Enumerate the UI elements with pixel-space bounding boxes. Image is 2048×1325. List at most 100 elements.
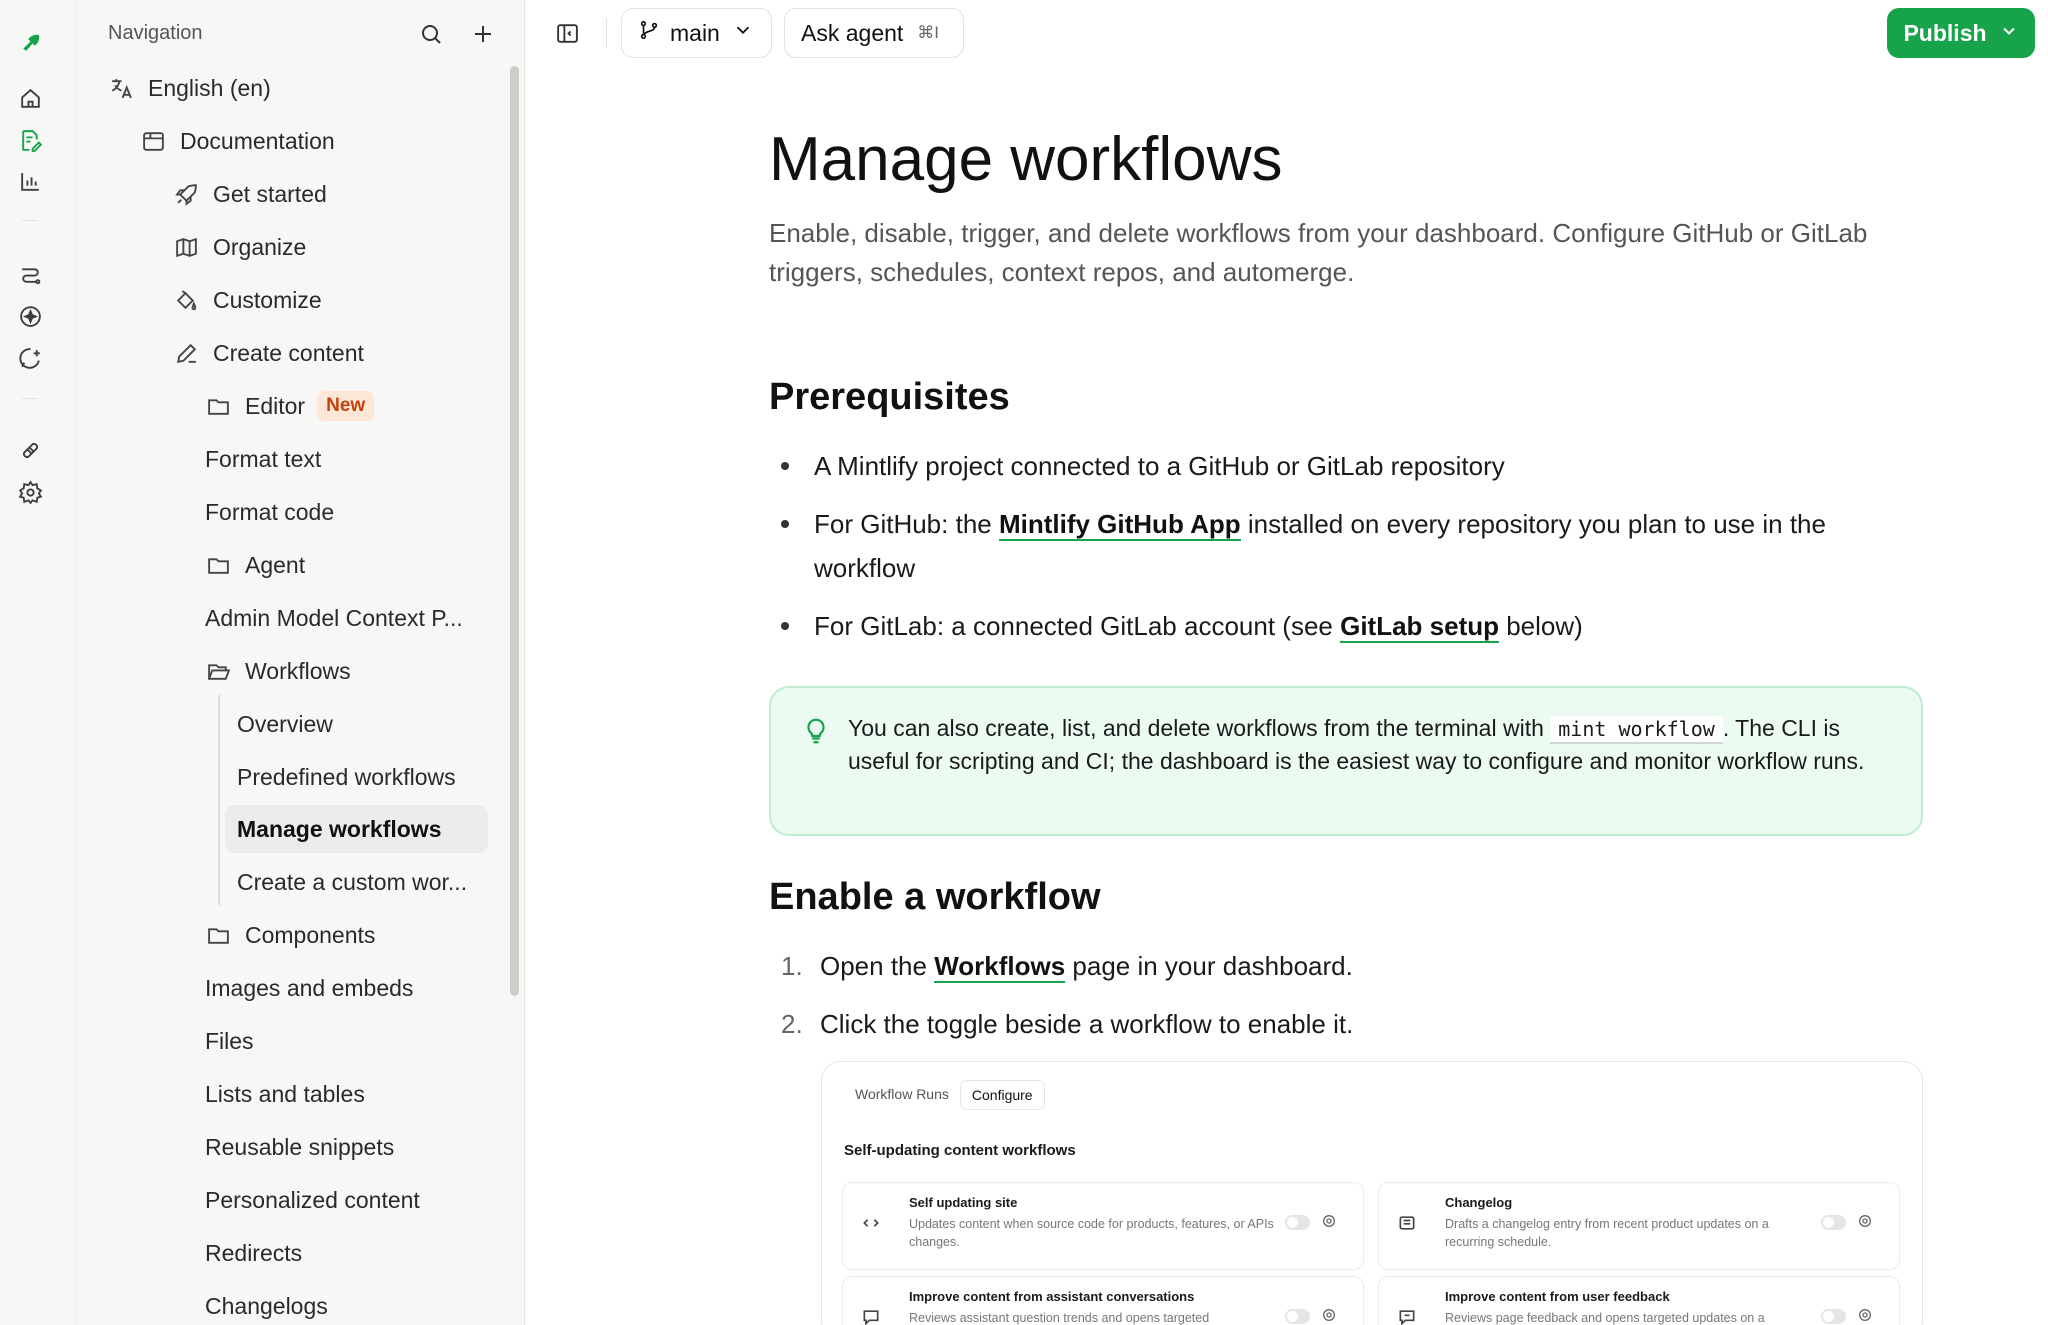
- folder-open-icon: [205, 658, 231, 684]
- sidebar-item-components[interactable]: Components: [205, 911, 375, 959]
- dashboard-screenshot: Workflow Runs Configure Self-updating co…: [821, 1061, 1923, 1325]
- list-item-text: A Mintlify project connected to a GitHub…: [814, 451, 1505, 481]
- publish-label: Publish: [1903, 19, 1987, 46]
- sidebar-item-files[interactable]: Files: [205, 1017, 254, 1065]
- sidebar-item-lists-tables[interactable]: Lists and tables: [205, 1070, 365, 1118]
- steps-list: 1. Open the Workflows page in your dashbo…: [769, 944, 1909, 1060]
- branch-selector[interactable]: main: [621, 8, 772, 58]
- workflows-link[interactable]: Workflows: [934, 951, 1066, 983]
- integrations-icon[interactable]: [14, 434, 46, 466]
- sidebar-toggle-icon[interactable]: [551, 17, 583, 49]
- sidebar-item-documentation[interactable]: Documentation: [140, 117, 335, 165]
- inline-code: mint workflow: [1550, 716, 1723, 744]
- settings-icon[interactable]: [14, 476, 46, 508]
- sidebar-item-label: Organize: [213, 233, 307, 260]
- workflow-description: Reviews assistant question trends and op…: [909, 1311, 1210, 1325]
- workflow-toggle: [1821, 1215, 1846, 1230]
- sidebar-item-label: Customize: [213, 286, 322, 313]
- pencil-icon: [173, 340, 199, 366]
- sidebar-item-label: Personalized content: [205, 1186, 420, 1213]
- chevron-down-icon: [732, 19, 754, 47]
- sidebar-item-redirects[interactable]: Redirects: [205, 1229, 302, 1277]
- sidebar-heading: Navigation: [108, 22, 203, 44]
- sidebar-item-manage-workflows[interactable]: Manage workflows: [225, 805, 488, 853]
- tree-indent-line: [218, 695, 220, 905]
- gitlab-setup-link[interactable]: GitLab setup: [1340, 611, 1499, 643]
- callout-text-part: You can also create, list, and delete wo…: [848, 715, 1551, 741]
- sidebar-item-label: Admin Model Context P...: [205, 604, 463, 631]
- newspaper-icon: [1397, 1213, 1421, 1237]
- sidebar-item-label: Editor: [245, 392, 306, 419]
- workflow-toggle: [1285, 1309, 1310, 1324]
- mintlify-logo-icon[interactable]: [14, 27, 46, 59]
- list-item-text: For GitLab: a connected GitLab account (…: [814, 611, 1341, 641]
- workflow-card: Improve content from user feedback Revie…: [1378, 1276, 1900, 1325]
- sidebar-item-language[interactable]: English (en): [108, 64, 271, 112]
- list-item-text: For GitHub: the: [814, 509, 999, 539]
- git-branch-icon: [638, 19, 660, 47]
- tip-callout: You can also create, list, and delete wo…: [769, 686, 1923, 836]
- gear-icon: [1857, 1307, 1875, 1325]
- prerequisites-list: A Mintlify project connected to a GitHub…: [769, 444, 1909, 662]
- sidebar-item-organize[interactable]: Organize: [173, 223, 306, 271]
- sidebar-item-label: Changelogs: [205, 1292, 328, 1319]
- sidebar-item-label: Workflows: [245, 657, 351, 684]
- workflow-name: Improve content from user feedback: [1445, 1289, 1670, 1304]
- sidebar-item-format-text[interactable]: Format text: [205, 435, 321, 483]
- sidebar-scrollbar[interactable]: [510, 66, 519, 996]
- publish-button[interactable]: Publish: [1887, 8, 2035, 58]
- translate-icon: [108, 75, 134, 101]
- sidebar-item-overview[interactable]: Overview: [237, 700, 333, 748]
- list-item: 2. Click the toggle beside a workflow to …: [769, 1002, 1909, 1046]
- prerequisites-heading: Prerequisites: [769, 376, 1010, 418]
- sidebar-item-create-content[interactable]: Create content: [173, 329, 364, 377]
- sidebar-item-label: Predefined workflows: [237, 763, 456, 790]
- assistant-icon[interactable]: [14, 342, 46, 374]
- sidebar-item-agent[interactable]: Agent: [205, 541, 305, 589]
- sidebar-item-editor[interactable]: Editor New: [205, 382, 375, 430]
- sidebar-item-customize[interactable]: Customize: [173, 276, 322, 324]
- agent-icon[interactable]: [14, 300, 46, 332]
- folder-icon: [205, 552, 231, 578]
- new-badge: New: [317, 391, 375, 421]
- workflow-name: Changelog: [1445, 1195, 1513, 1210]
- sidebar-item-label: Overview: [237, 710, 333, 737]
- screenshot-tabs: Workflow Runs Configure: [844, 1080, 1045, 1110]
- sidebar-item-workflows[interactable]: Workflows: [205, 647, 351, 695]
- step-number: 2.: [781, 1009, 803, 1039]
- search-icon[interactable]: [415, 18, 447, 50]
- sidebar-item-get-started[interactable]: Get started: [173, 170, 327, 218]
- workflow-toggle: [1821, 1309, 1846, 1324]
- editor-icon[interactable]: [14, 124, 46, 156]
- sidebar-item-label: Format code: [205, 498, 335, 525]
- sidebar-item-label: English (en): [148, 74, 271, 101]
- workflow-toggle: [1285, 1215, 1310, 1230]
- add-icon[interactable]: [467, 18, 499, 50]
- sidebar-item-admin-mcp[interactable]: Admin Model Context P...: [205, 594, 463, 642]
- sidebar-item-create-custom-workflow[interactable]: Create a custom wor...: [237, 858, 467, 906]
- analytics-icon[interactable]: [14, 165, 46, 197]
- sidebar-item-format-code[interactable]: Format code: [205, 488, 334, 536]
- sidebar-item-personalized-content[interactable]: Personalized content: [205, 1176, 420, 1224]
- shortcut-hint: ⌘I: [917, 23, 940, 42]
- sidebar-item-label: Create a custom wor...: [237, 868, 468, 895]
- sidebar-item-label: Files: [205, 1027, 254, 1054]
- github-app-link[interactable]: Mintlify GitHub App: [998, 509, 1241, 541]
- sidebar-item-predefined-workflows[interactable]: Predefined workflows: [237, 753, 456, 801]
- tab-workflow-runs: Workflow Runs: [855, 1086, 949, 1102]
- enable-workflow-heading: Enable a workflow: [769, 876, 1101, 918]
- sidebar-item-changelogs[interactable]: Changelogs: [205, 1282, 328, 1325]
- code-icon: [861, 1213, 885, 1237]
- sidebar-item-reusable-snippets[interactable]: Reusable snippets: [205, 1123, 394, 1171]
- page-title: Manage workflows: [769, 125, 1283, 194]
- rail-divider: [22, 398, 38, 399]
- workflows-icon[interactable]: [14, 258, 46, 290]
- list-item-text: Open the: [820, 951, 935, 981]
- feedback-icon: [1397, 1307, 1421, 1325]
- list-item-text: page in your dashboard.: [1065, 951, 1353, 981]
- home-icon[interactable]: [14, 82, 46, 114]
- workflow-name: Self updating site: [909, 1195, 1018, 1210]
- ask-agent-button[interactable]: Ask agent ⌘I: [784, 8, 964, 58]
- sidebar-item-images-embeds[interactable]: Images and embeds: [205, 964, 413, 1012]
- map-icon: [173, 234, 199, 260]
